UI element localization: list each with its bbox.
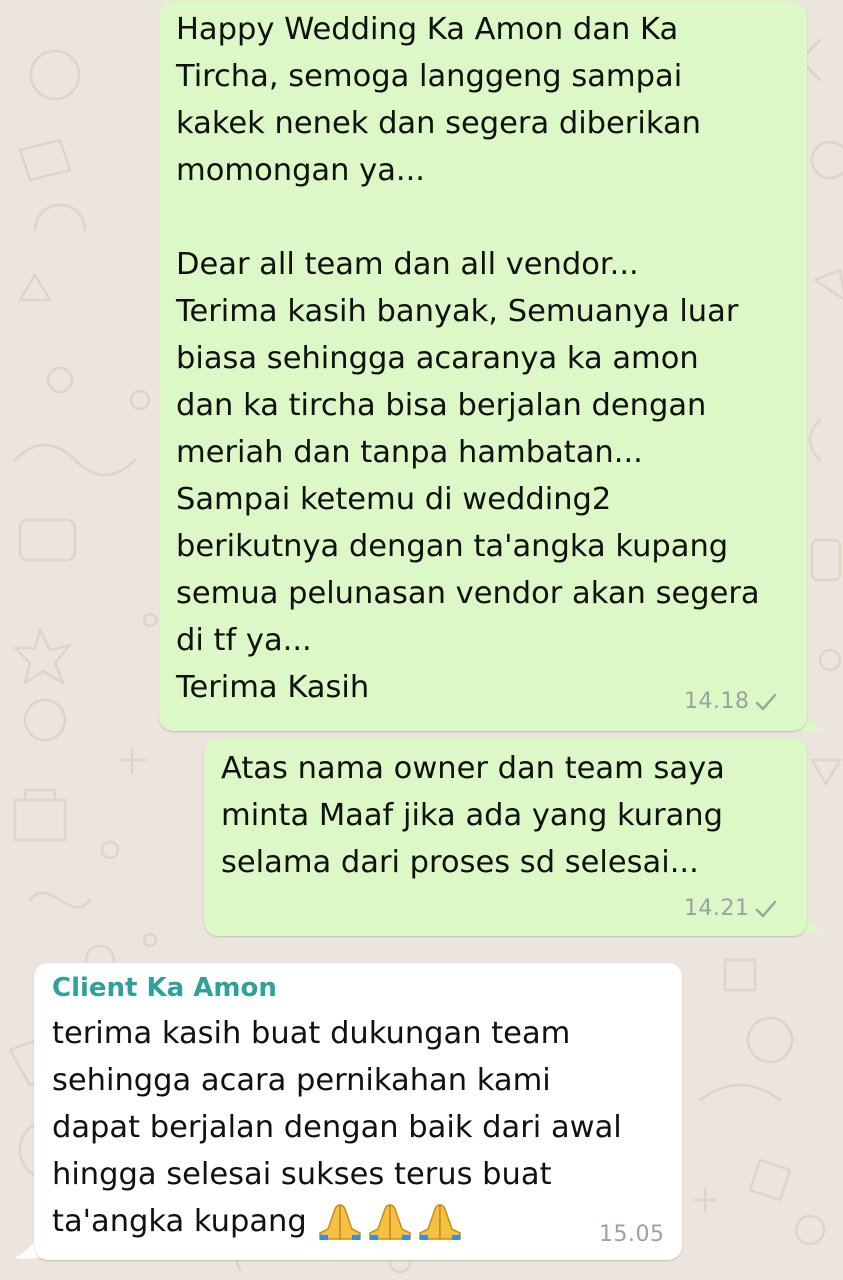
outgoing-message-bubble[interactable]: Happy Wedding Ka Amon dan Ka Tircha, sem… [159,1,807,731]
emoji-group [317,1201,463,1241]
folded-hands-emoji [417,1201,463,1241]
message-meta: 14.21 [684,896,777,921]
outgoing-message-bubble[interactable]: Atas nama owner dan team saya minta Maaf… [204,738,807,936]
message-time: 14.21 [684,896,750,921]
sender-name[interactable]: Client Ka Amon [52,971,277,1005]
incoming-message-bubble[interactable]: Client Ka Amon terima kasih buat dukunga… [34,963,682,1260]
folded-hands-emoji [367,1201,413,1241]
message-time: 15.05 [599,1222,665,1247]
message-text: Happy Wedding Ka Amon dan Ka Tircha, sem… [176,12,760,705]
message-time: 14.18 [684,689,750,714]
message-meta: 14.18 [684,689,777,714]
message-meta: 15.05 [599,1222,664,1247]
single-check-icon [755,900,777,918]
message-text: terima kasih buat dukungan team sehingga… [52,1010,622,1245]
message-text: Atas nama owner dan team saya minta Maaf… [221,751,725,880]
single-check-icon [755,693,777,711]
folded-hands-emoji [317,1201,363,1241]
